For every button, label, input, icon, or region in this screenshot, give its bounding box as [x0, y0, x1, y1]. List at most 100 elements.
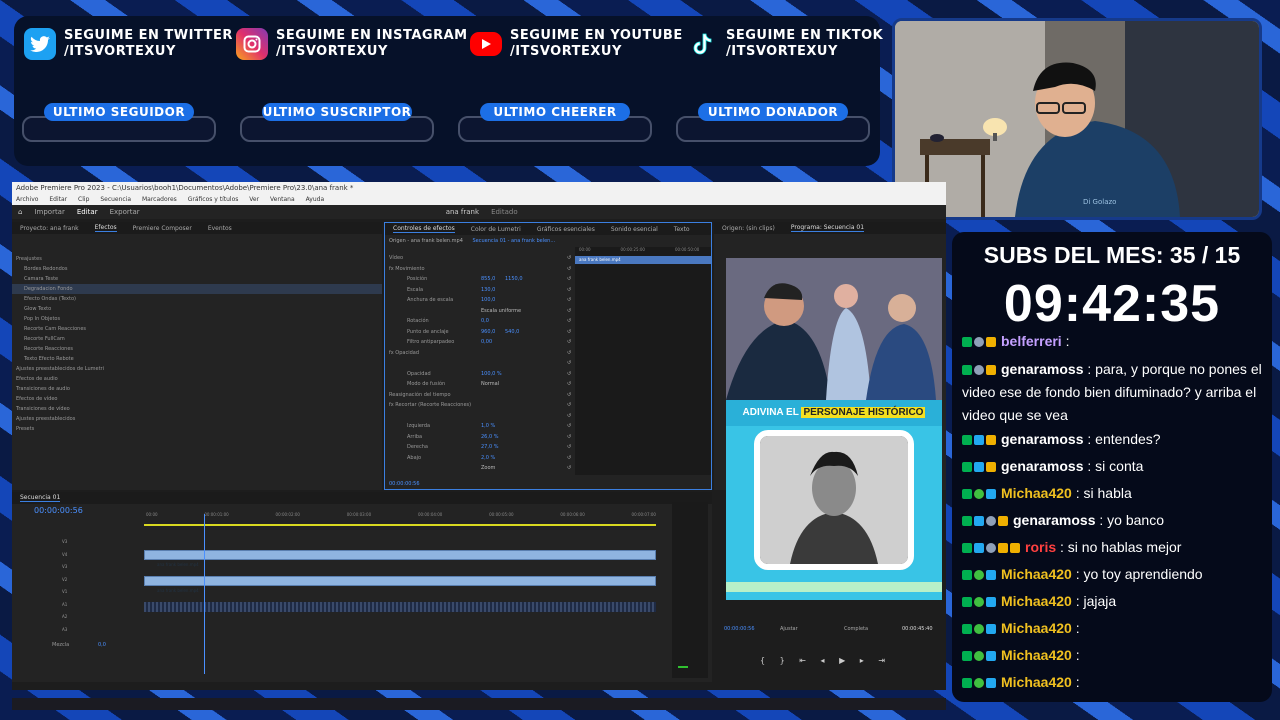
tree-item[interactable]: Efecto Ondas (Texto) — [12, 294, 382, 304]
fx-row[interactable]: fx Opacidad ↺ — [389, 348, 575, 359]
track-label[interactable]: V3 — [62, 561, 67, 574]
transport-controls[interactable]: { } ⇤ ◂ ▶ ▸ ⇥ — [760, 656, 891, 665]
fx-row-value[interactable]: 960,0 — [481, 327, 495, 338]
tree-item[interactable]: Recorte Reacciones — [12, 344, 382, 354]
clip-v2[interactable]: ana frank belen.mp4 — [144, 576, 656, 593]
tree-item[interactable]: Presets — [12, 424, 382, 434]
fx-row[interactable]: ↺ — [389, 411, 575, 422]
reset-icon[interactable]: ↺ — [567, 400, 571, 411]
reset-icon[interactable]: ↺ — [567, 463, 571, 474]
tree-item[interactable]: Texto Efecto Rebote — [12, 354, 382, 364]
tree-item[interactable]: Ajustes preestablecidos — [12, 414, 382, 424]
fx-clip[interactable]: ana frank belen.mp4 — [575, 256, 711, 264]
fx-row-value[interactable]: Escala uniforme — [481, 306, 521, 317]
chat-username[interactable]: Michaa420 — [1001, 647, 1072, 663]
reset-icon[interactable]: ↺ — [567, 285, 571, 296]
fx-row-value[interactable]: 855,0 — [481, 274, 495, 285]
reset-icon[interactable]: ↺ — [567, 274, 571, 285]
reset-icon[interactable]: ↺ — [567, 327, 571, 338]
reset-icon[interactable]: ↺ — [567, 453, 571, 464]
tab-events[interactable]: Eventos — [208, 225, 232, 232]
tree-item[interactable]: Bordes Redondos — [12, 264, 382, 274]
fx-row[interactable]: Posición 855,0 1150,0 ↺ — [389, 274, 575, 285]
reset-icon[interactable]: ↺ — [567, 264, 571, 275]
fx-row-value[interactable]: Zoom — [481, 463, 495, 474]
fx-row[interactable]: fx Recortar (Recorte Reacciones) ↺ — [389, 400, 575, 411]
tree-item[interactable]: Recorte FullCam — [12, 334, 382, 344]
effects-search[interactable] — [12, 234, 382, 254]
track-label[interactable]: A2 — [62, 611, 67, 624]
workspace-editar[interactable]: Editar — [77, 208, 98, 216]
fx-row[interactable]: Derecha 27,0 % ↺ — [389, 442, 575, 453]
menu-archivo[interactable]: Archivo — [16, 196, 38, 203]
menu-ayuda[interactable]: Ayuda — [306, 196, 325, 203]
tab-audio[interactable]: Sonido esencial — [611, 226, 658, 233]
fx-row[interactable]: fx Movimiento ↺ — [389, 264, 575, 275]
reset-icon[interactable]: ↺ — [567, 369, 571, 380]
track-label[interactable]: A1 — [62, 599, 67, 612]
fx-row-value[interactable]: 1,0 % — [481, 421, 495, 432]
tree-item[interactable]: Efectos de audio — [12, 374, 382, 384]
clip-v4[interactable]: ana frank belen.mp4 — [144, 550, 656, 567]
program-quality[interactable]: Completa — [844, 626, 868, 632]
fx-row[interactable]: Punto de anclaje 960,0 540,0 ↺ — [389, 327, 575, 338]
fx-row[interactable]: Izquierda 1,0 % ↺ — [389, 421, 575, 432]
tab-premiere-composer[interactable]: Premiere Composer — [133, 225, 192, 232]
track-label[interactable]: A3 — [62, 624, 67, 637]
fx-row-value[interactable]: 2,0 % — [481, 453, 495, 464]
tree-item[interactable]: Pop In Objetos — [12, 314, 382, 324]
tab-text[interactable]: Texto — [674, 226, 690, 233]
chat-username[interactable]: Michaa420 — [1001, 593, 1072, 609]
fx-row-value[interactable]: 1150,0 — [505, 274, 523, 285]
tab-effect-controls[interactable]: Controles de efectos — [393, 225, 455, 233]
fx-row[interactable]: Reasignación del tiempo ↺ — [389, 390, 575, 401]
tree-item[interactable]: Transiciones de audio — [12, 384, 382, 394]
tree-item[interactable]: Preajustes — [12, 254, 382, 264]
track-label[interactable]: V4 — [62, 549, 67, 562]
fx-row[interactable]: Modo de fusión Normal ↺ — [389, 379, 575, 390]
workspace-exportar[interactable]: Exportar — [110, 208, 140, 216]
fx-row[interactable]: ↺ — [389, 358, 575, 369]
audio-clip-a1[interactable] — [144, 602, 656, 612]
tab-lumetri[interactable]: Color de Lumetri — [471, 226, 521, 233]
playhead[interactable] — [204, 514, 205, 674]
chat-username[interactable]: roris — [1025, 539, 1056, 555]
fx-row[interactable]: Vídeo ↺ — [389, 253, 575, 264]
chat-username[interactable]: genaramoss — [1001, 458, 1083, 474]
chat-username[interactable]: Michaa420 — [1001, 620, 1072, 636]
fx-row[interactable]: Zoom ↺ — [389, 463, 575, 474]
fx-row-value[interactable]: Normal — [481, 379, 499, 390]
tree-item[interactable]: Degradacion Fondo — [12, 284, 382, 294]
tree-item[interactable]: Recorte Cam Reacciones — [12, 324, 382, 334]
reset-icon[interactable]: ↺ — [567, 295, 571, 306]
fx-row-value[interactable]: 0,0 — [481, 316, 489, 327]
chat-username[interactable]: Michaa420 — [1001, 566, 1072, 582]
reset-icon[interactable]: ↺ — [567, 306, 571, 317]
home-icon[interactable]: ⌂ — [18, 208, 22, 216]
fx-row-value[interactable]: 27,0 % — [481, 442, 498, 453]
fx-row[interactable]: Escala uniforme ↺ — [389, 306, 575, 317]
chat-username[interactable]: Michaa420 — [1001, 485, 1072, 501]
chat-username[interactable]: belferreri — [1001, 333, 1062, 349]
reset-icon[interactable]: ↺ — [567, 442, 571, 453]
tree-item[interactable]: Ajustes preestablecidos de Lumetri — [12, 364, 382, 374]
menu-marcadores[interactable]: Marcadores — [142, 196, 177, 203]
reset-icon[interactable]: ↺ — [567, 316, 571, 327]
program-fit[interactable]: Ajustar — [780, 626, 798, 632]
chat-username[interactable]: genaramoss — [1013, 512, 1095, 528]
track-label[interactable]: V1 — [62, 586, 67, 599]
fx-row[interactable]: Arriba 26,0 % ↺ — [389, 432, 575, 443]
menu-editar[interactable]: Editar — [49, 196, 67, 203]
menu-secuencia[interactable]: Secuencia — [100, 196, 131, 203]
reset-icon[interactable]: ↺ — [567, 358, 571, 369]
tab-sequence[interactable]: Secuencia 01 — [20, 494, 61, 502]
tab-effects[interactable]: Efectos — [94, 224, 117, 232]
reset-icon[interactable]: ↺ — [567, 411, 571, 422]
fx-row[interactable]: Escala 130,0 ↺ — [389, 285, 575, 296]
fx-row-value[interactable]: 0,00 — [481, 337, 492, 348]
fx-row-value[interactable]: 540,0 — [505, 327, 519, 338]
tab-project[interactable]: Proyecto: ana frank — [20, 225, 79, 232]
menu-graficos[interactable]: Gráficos y títulos — [188, 196, 239, 203]
chat-username[interactable]: Michaa420 — [1001, 674, 1072, 690]
fx-row-value[interactable]: 26,0 % — [481, 432, 498, 443]
